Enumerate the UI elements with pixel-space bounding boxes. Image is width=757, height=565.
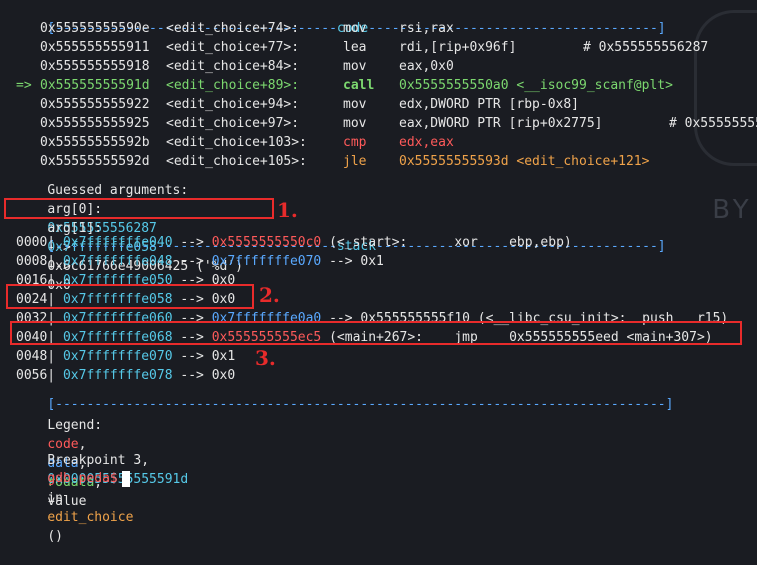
watermark-text: BY C [712,195,757,225]
instruction-symbol: <edit_choice+89>: [166,78,300,93]
legend-label: Legend: [47,418,103,433]
annotation-3: 3. [255,346,276,370]
instruction-operands: eax,0x0 [399,59,454,74]
stack-address: 0x7fffffffe040 [62,235,173,250]
instruction-address: 0x55555555591d [40,78,150,93]
stack-line: 0008| 0x7fffffffe048 --> 0x7fffffffe070 … [16,252,392,271]
instruction-symbol: <edit_choice+94>: [166,97,300,112]
stack-line: 0000| 0x7fffffffe040 --> 0x5555555550c0 … [16,233,580,252]
instruction-mnemonic: mov [343,59,367,74]
instruction-mnemonic: lea [343,40,367,55]
instruction-mnemonic: mov [343,97,367,112]
instruction-mnemonic: mov [343,21,367,36]
instruction-operands: edx,DWORD PTR [rbp-0x8] [399,97,580,112]
watermark-shape [694,10,757,166]
stack-value: 0x1 [211,349,236,364]
instruction-address: 0x55555555590e [40,21,150,36]
instruction-address: 0x555555555925 [40,116,150,131]
instruction-address: 0x555555555922 [40,97,150,112]
instruction-mnemonic: jle [343,154,367,169]
command-prompt-line[interactable]: gdb-peda$ [16,450,130,487]
stack-address: 0x7fffffffe048 [62,254,173,269]
text-cursor[interactable] [121,470,130,487]
terminal-window[interactable]: BY C [----------------------------------… [0,0,757,544]
breakpoint-function: edit_choice [47,510,134,525]
stack-address: 0x7fffffffe070 [62,349,173,364]
stack-arrow: --> [180,254,204,269]
annotation-2: 2. [259,283,280,307]
current-instruction-arrow: => [16,78,32,93]
instruction-symbol: <edit_choice+74>: [166,21,300,36]
code-line: 0x555555555925 <edit_choice+97>: mov eax,DW… [16,114,757,133]
instruction-operands: 0x5555555550a0 <__isoc99_scanf@plt> [399,78,673,93]
code-section-header: [------------------------------------cod… [16,0,665,36]
instruction-operands: eax,DWORD PTR [rip+0x2775] [399,116,603,131]
instruction-operands: edx,eax [399,135,454,150]
stack-value: 0x5555555550c0 [211,235,322,250]
breakpoint-in: in [47,491,63,506]
highlight-box-3 [10,321,742,345]
bottom-rule: [---------------------------------------… [47,397,674,412]
instruction-mnemonic: call [343,78,375,93]
code-line: 0x555555555918 <edit_choice+84>: mov eax,0x… [16,57,454,76]
instruction-operands: rsi,rax [399,21,454,36]
legend-line: Legend: code, data, rodata, value [47,418,103,509]
stack-offset: 0048| [16,349,56,364]
instruction-address: 0x555555555911 [40,40,150,55]
highlight-box-1 [4,198,274,219]
code-line: 0x55555555592b <edit_choice+103>: cmp edx,e… [16,133,454,152]
instruction-symbol: <edit_choice+84>: [166,59,300,74]
guessed-arguments-label: Guessed arguments: [47,183,189,198]
stack-offset: 0008| [16,254,56,269]
annotation-1: 1. [277,198,298,222]
instruction-operands: 0x55555555593d <edit_choice+121> [399,154,650,169]
instruction-comment: # 0x55555555 [669,116,757,131]
breakpoint-suffix: () [47,529,63,544]
highlight-box-2 [6,284,254,309]
code-line: 0x55555555590e <edit_choice+74>: mov rsi,ra… [16,19,454,38]
instruction-symbol: <edit_choice+105>: [166,154,307,169]
instruction-address: 0x55555555592b [40,135,150,150]
stack-offset: 0000| [16,235,56,250]
instruction-operands: rdi,[rip+0x96f] [399,40,517,55]
code-line: => 0x55555555591d <edit_choice+89>: call 0x5… [16,76,673,95]
stack-arrow: --> [180,235,204,250]
code-line: 0x555555555922 <edit_choice+94>: mov edx,DW… [16,95,579,114]
instruction-address: 0x555555555918 [40,59,150,74]
stack-arrow: --> [180,349,204,364]
breakpoint-line: Breakpoint 3, 0x000055555555591d in edit… [16,432,188,544]
code-line: 0x555555555911 <edit_choice+77>: lea rdi,[r… [16,38,708,57]
instruction-mnemonic: cmp [343,135,367,150]
instruction-comment: # 0x555555556287 [583,40,709,55]
stack-detail: (<_start>: xor ebp,ebp) [329,235,572,250]
stack-detail: --> 0x1 [329,254,384,269]
stack-line: 0048| 0x7fffffffe070 --> 0x1 [16,347,243,366]
prompt-label: gdb-peda$ [47,471,118,486]
stack-value: 0x7fffffffe070 [211,254,322,269]
instruction-symbol: <edit_choice+77>: [166,40,300,55]
instruction-mnemonic: mov [343,116,367,131]
instruction-symbol: <edit_choice+97>: [166,116,300,131]
instruction-symbol: <edit_choice+103>: [166,135,307,150]
